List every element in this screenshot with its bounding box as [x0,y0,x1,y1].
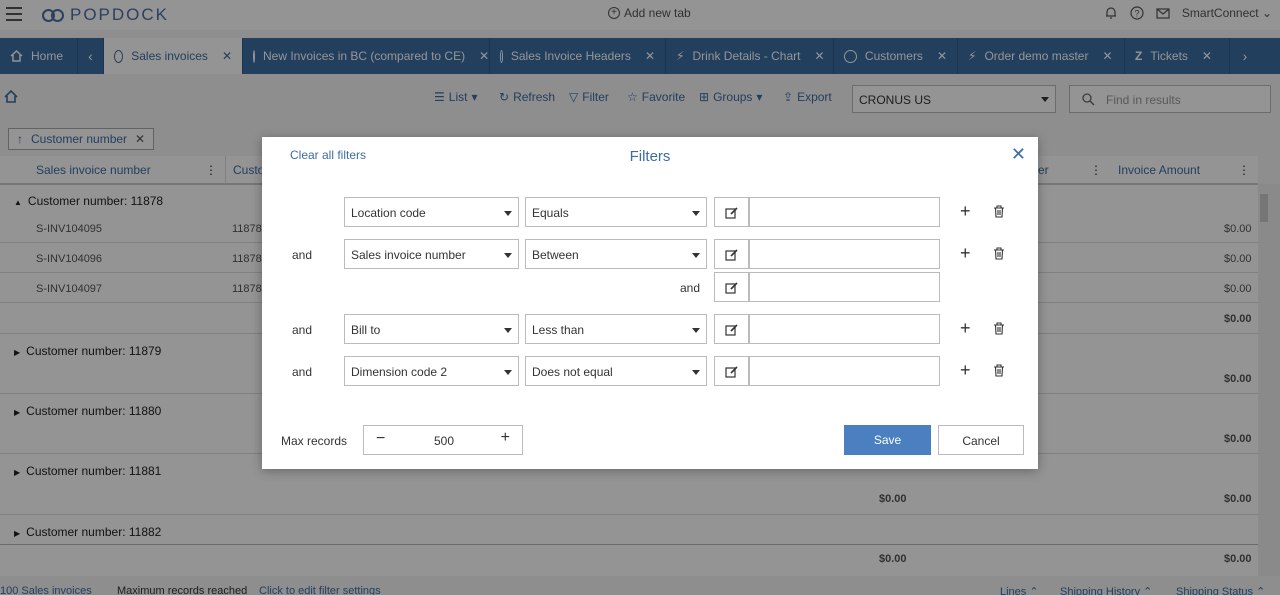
conjunction-label: and [292,365,313,379]
max-records-stepper: 500 − + [363,425,523,455]
edit-value-button[interactable] [714,272,749,302]
edit-value-button[interactable] [714,239,749,269]
caret-down-icon [504,370,512,375]
minus-icon[interactable]: − [376,430,385,448]
caret-down-icon [504,253,512,258]
filter-field-select[interactable]: Dimension code 2 [344,356,519,386]
conjunction-label: and [292,323,313,337]
edit-icon [725,324,738,336]
caret-down-icon [692,328,700,333]
max-records-label: Max records [281,434,348,448]
filter-field-select[interactable]: Location code [344,197,519,227]
filter-value-input[interactable] [749,197,940,227]
filters-dialog: Clear all filters Filters ✕ Location cod… [262,137,1038,469]
trash-icon[interactable] [993,247,1005,260]
add-filter-icon[interactable]: + [960,361,971,379]
edit-value-button[interactable] [714,314,749,344]
filter-operator-select[interactable]: Between [525,239,707,269]
edit-icon [725,207,738,219]
caret-down-icon [692,253,700,258]
filter-value-input[interactable] [749,356,940,386]
filter-operator-select[interactable]: Does not equal [525,356,707,386]
caret-down-icon [692,370,700,375]
caret-down-icon [504,211,512,216]
close-icon[interactable]: ✕ [1011,145,1026,163]
filter-value-input-2[interactable] [749,272,940,302]
add-filter-icon[interactable]: + [960,202,971,220]
edit-icon [725,282,738,294]
dialog-title: Filters [629,148,671,165]
filter-operator-select[interactable]: Equals [525,197,707,227]
plus-icon[interactable]: + [501,429,510,447]
trash-icon[interactable] [993,364,1005,377]
edit-icon [725,366,738,378]
add-filter-icon[interactable]: + [960,319,971,337]
conjunction-label: and [292,248,313,262]
caret-down-icon [692,211,700,216]
filter-field-select[interactable]: Sales invoice number [344,239,519,269]
filter-field-select[interactable]: Bill to [344,314,519,344]
filter-value-input[interactable] [749,314,940,344]
edit-value-button[interactable] [714,197,749,227]
filter-value-input[interactable] [749,239,940,269]
caret-down-icon [504,328,512,333]
edit-icon [725,249,738,261]
filter-operator-select[interactable]: Less than [525,314,707,344]
trash-icon[interactable] [993,322,1005,335]
trash-icon[interactable] [993,205,1005,218]
edit-value-button[interactable] [714,356,749,386]
save-button[interactable]: Save [844,425,931,455]
cancel-button[interactable]: Cancel [938,425,1024,455]
add-filter-icon[interactable]: + [960,244,971,262]
between-and-label: and [680,281,701,295]
